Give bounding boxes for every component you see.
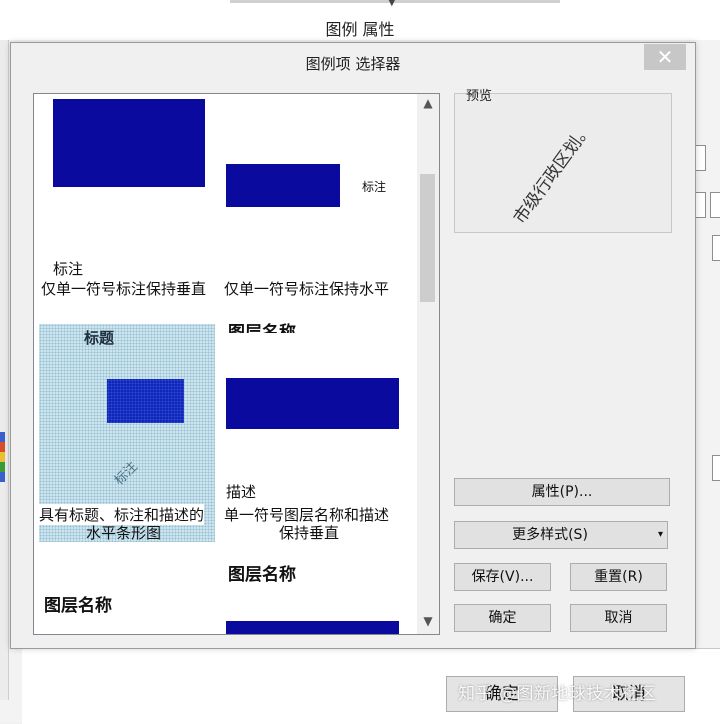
properties-button[interactable]: 属性(P)... — [454, 478, 670, 506]
preview-label: 预览 — [466, 89, 493, 104]
symbol-swatch — [107, 379, 184, 423]
save-button[interactable]: 保存(V)... — [454, 563, 551, 591]
ok-button[interactable]: 确定 — [454, 604, 551, 632]
legend-properties-title: 图例 属性 — [325, 20, 395, 39]
scroll-down-icon[interactable]: ▼ — [417, 614, 439, 632]
reset-button[interactable]: 重置(R) — [570, 563, 667, 591]
more-styles-label: 更多样式(S) — [512, 527, 588, 543]
layer-name-heading: 图层名称 — [228, 565, 296, 585]
dropdown-arrow-icon: ▼ — [388, 0, 396, 8]
left-panel-edge — [0, 40, 9, 700]
cancel-button[interactable]: 取消 — [570, 604, 667, 632]
symbol-swatch — [226, 164, 340, 207]
close-button[interactable]: ✕ — [644, 44, 686, 70]
background-field[interactable] — [710, 192, 720, 218]
symbol-swatch — [226, 621, 399, 634]
watermark: 知乎 @图新地球技术社区 — [458, 684, 657, 704]
item-caption: 仅单一符号标注保持水平 — [224, 280, 390, 298]
item-caption-line2: 保持垂直 — [279, 524, 340, 542]
background-field[interactable] — [712, 235, 720, 261]
more-styles-button[interactable]: 更多样式(S) ▾ — [454, 521, 668, 549]
scroll-thumb[interactable] — [420, 174, 435, 302]
close-icon: ✕ — [656, 45, 674, 69]
item-annotation: 标注 — [53, 260, 84, 278]
legend-item-selector-dialog: 图例项 选择器 ✕ 标注 仅单一符号标注保持垂直 标注 仅单一符号标注保持水平 … — [10, 42, 696, 649]
item-title: 标题 — [84, 329, 115, 347]
layer-name-heading: 图层名称 — [228, 323, 296, 333]
item-caption-line2: 水平条形图 — [86, 524, 162, 542]
map-thumbnail-edge — [0, 432, 5, 482]
symbol-swatch — [53, 99, 205, 187]
dropdown-arrow-icon: ▾ — [657, 529, 663, 540]
layer-name-heading: 图层名称 — [44, 596, 112, 616]
item-caption: 仅单一符号标注保持垂直 — [41, 280, 207, 298]
dialog-title: 图例项 选择器 — [305, 55, 401, 73]
item-annotation: 标注 — [362, 180, 387, 194]
background-field[interactable] — [712, 455, 720, 481]
scroll-up-icon[interactable]: ▲ — [417, 96, 439, 114]
symbol-swatch — [226, 378, 399, 429]
item-description: 描述 — [226, 483, 257, 501]
legend-style-gallery[interactable]: 标注 仅单一符号标注保持垂直 标注 仅单一符号标注保持水平 图层名称 标题 标注… — [33, 93, 440, 635]
